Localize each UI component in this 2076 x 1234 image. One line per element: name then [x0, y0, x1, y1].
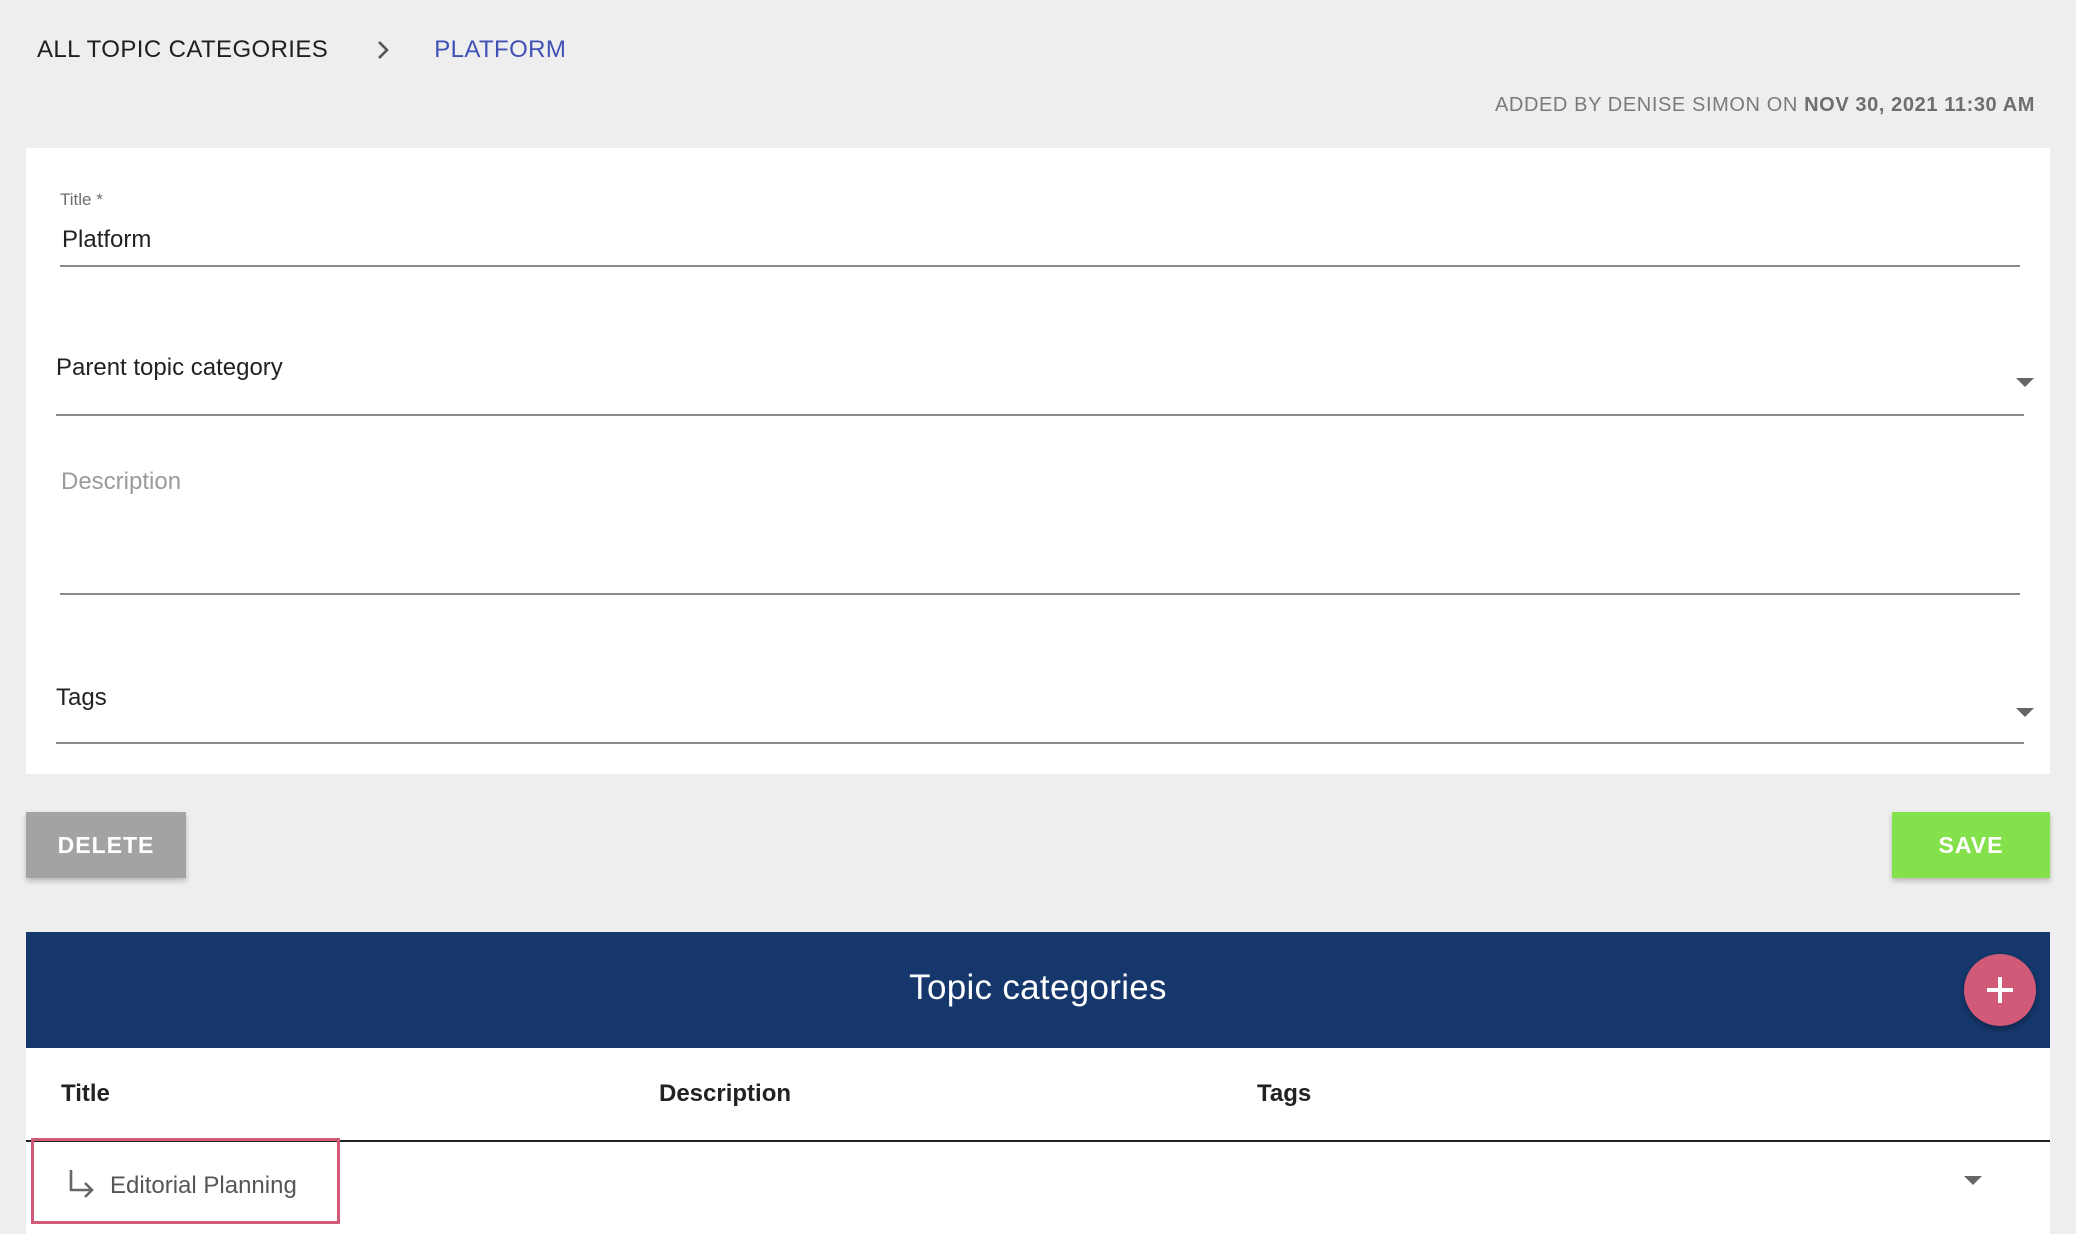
breadcrumb-current: PLATFORM — [434, 36, 567, 63]
title-field-label: Title * — [60, 190, 103, 209]
parent-underline — [56, 414, 2024, 416]
dropdown-arrow-icon[interactable] — [2016, 708, 2034, 717]
added-by-text: ADDED BY DENISE SIMON ON — [1494, 94, 1798, 116]
column-header-description[interactable]: Description — [659, 1080, 791, 1108]
save-button[interactable]: SAVE — [1892, 812, 2050, 878]
topic-category-form: Title * Platform Parent topic category D… — [26, 148, 2050, 774]
topic-categories-table: Topic categories Title Description Tags … — [26, 932, 2050, 1234]
breadcrumb: ALL TOPIC CATEGORIES PLATFORM — [37, 30, 566, 70]
column-header-tags[interactable]: Tags — [1257, 1080, 1311, 1108]
parent-topic-category-select[interactable]: Parent topic category — [56, 354, 283, 382]
description-input[interactable]: Description — [61, 468, 181, 496]
table-row-title[interactable]: Editorial Planning — [110, 1172, 297, 1200]
dropdown-arrow-icon[interactable] — [2016, 378, 2034, 387]
add-topic-category-button[interactable] — [1964, 954, 2036, 1026]
table-header-bar: Topic categories — [26, 932, 2050, 1048]
title-underline — [60, 265, 2020, 267]
plus-icon — [1987, 977, 2013, 1003]
added-by-meta: ADDED BY DENISE SIMON ON NOV 30, 2021 11… — [1495, 94, 2035, 117]
tags-select[interactable]: Tags — [56, 684, 107, 712]
column-header-title[interactable]: Title — [61, 1080, 110, 1108]
chevron-right-icon — [372, 39, 394, 61]
tags-underline — [56, 742, 2024, 744]
breadcrumb-all-topic-categories[interactable]: ALL TOPIC CATEGORIES — [37, 36, 328, 64]
added-date: NOV 30, 2021 11:30 AM — [1804, 94, 2035, 116]
description-underline — [60, 593, 2020, 595]
delete-button[interactable]: DELETE — [26, 812, 186, 878]
title-input[interactable]: Platform — [62, 226, 151, 254]
table-title: Topic categories — [909, 968, 1167, 1007]
subdirectory-arrow-icon — [66, 1168, 96, 1198]
chevron-down-icon[interactable] — [1964, 1176, 1982, 1185]
